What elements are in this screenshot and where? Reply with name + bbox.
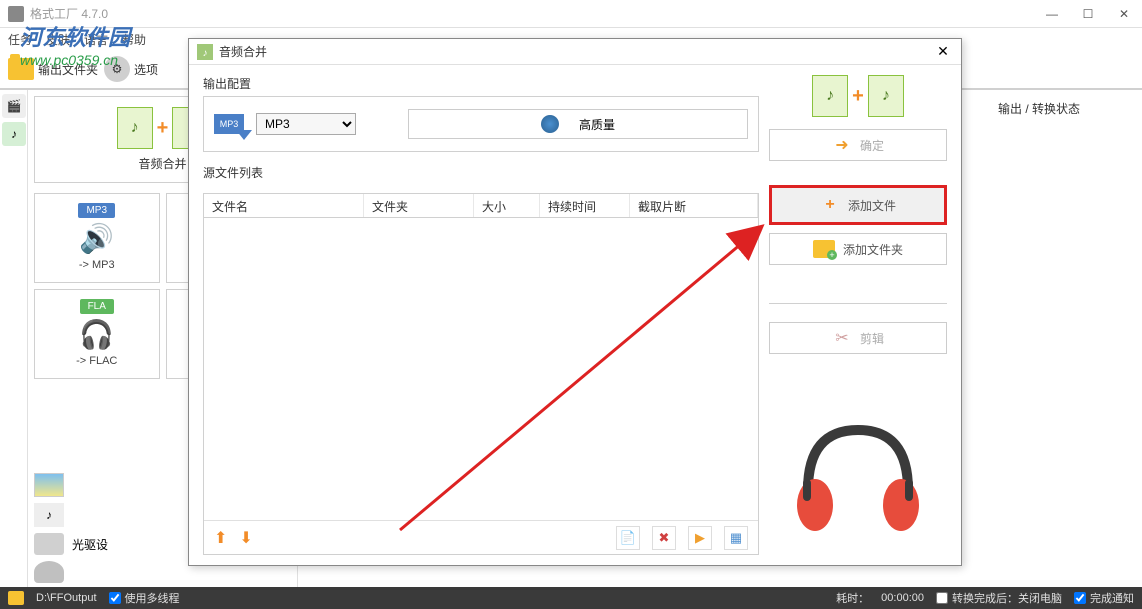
window-title: 格式工厂 4.7.0 [30,5,108,22]
speaker-icon: 🔊 [39,222,155,255]
source-list-label: 源文件列表 [203,164,759,181]
after-complete-check[interactable] [936,592,948,604]
tab-audio[interactable]: ♪ [2,122,26,146]
col-folder[interactable]: 文件夹 [364,194,474,217]
mp3-chip-icon: MP3 [214,114,244,134]
minimize-button[interactable]: — [1034,0,1070,28]
drive-label: 光驱设 [72,536,108,553]
plus-icon: + [820,195,840,215]
col-duration[interactable]: 持续时间 [540,194,630,217]
quality-button[interactable]: 高质量 [408,109,748,139]
format-name: -> MP3 [39,259,155,271]
play-button[interactable]: ▶ [688,526,712,550]
output-config-label: 输出配置 [203,75,759,92]
move-up-button[interactable]: ⬆ [214,528,227,548]
menu-task[interactable]: 任务 [8,31,32,48]
tab-video[interactable]: 🎬 [2,94,26,118]
folder-icon [8,58,34,80]
menu-lang[interactable]: 语言 [84,31,108,48]
cut-button[interactable]: ✂ 剪辑 [769,322,947,354]
doc-button[interactable]: 📄 [616,526,640,550]
menu-skin[interactable]: 皮肤 [46,31,70,48]
dialog-titlebar: ♪ 音频合并 ✕ [189,39,961,65]
col-cut[interactable]: 截取片断 [630,194,758,217]
plus-icon: + [852,85,864,108]
multithread-checkbox[interactable]: 使用多线程 [109,590,180,606]
output-path[interactable]: D:\FFOutput [36,592,97,604]
options-label: 选项 [134,61,158,78]
output-config-box: MP3 MP3 高质量 [203,96,759,152]
plus-icon: + [157,117,169,140]
file-list-body[interactable] [204,218,758,520]
dialog-icon: ♪ [197,44,213,60]
format-select[interactable]: MP3 [256,113,356,135]
svg-text:♪: ♪ [203,48,208,59]
add-file-button[interactable]: + 添加文件 [769,185,947,225]
gear-icon: ⚙ [104,56,130,82]
quality-icon [541,115,559,133]
col-size[interactable]: 大小 [474,194,540,217]
music-thumb[interactable]: ♪ [34,503,64,527]
multithread-check[interactable] [109,592,121,604]
dialog-title-text: 音频合并 [219,43,933,60]
maximize-button[interactable]: ☐ [1070,0,1106,28]
add-file-label: 添加文件 [848,197,896,214]
cut-label: 剪辑 [860,330,884,347]
move-down-button[interactable]: ⬇ [239,528,252,548]
music-file-icon [812,75,848,117]
dialog-close-button[interactable]: ✕ [933,42,953,62]
confirm-label: 确定 [860,137,884,154]
output-status-label: 输出 / 转换状态 [998,100,1132,117]
device-icon[interactable] [34,561,64,583]
info-button[interactable]: ▦ [724,526,748,550]
quality-label: 高质量 [579,116,615,133]
folder-add-icon [813,240,835,258]
notify-checkbox[interactable]: 完成通知 [1074,590,1134,606]
notify-check[interactable] [1074,592,1086,604]
elapsed-time: 00:00:00 [881,592,924,604]
options-button[interactable]: ⚙ 选项 [104,56,158,82]
delete-button[interactable]: ✖ [652,526,676,550]
output-folder-label: 输出文件夹 [38,61,98,78]
file-list-footer: ⬆ ⬇ 📄 ✖ ▶ ▦ [204,520,758,554]
audio-merge-dialog: ♪ 音频合并 ✕ 输出配置 MP3 MP3 高质量 源文件列表 文件名 文 [188,38,962,566]
sidebar-tabs: 🎬 ♪ [0,90,28,589]
picture-thumb[interactable] [34,473,64,497]
app-icon [8,6,24,22]
headphones-image [769,395,947,555]
elapsed-label: 耗时： [836,590,869,606]
col-filename[interactable]: 文件名 [204,194,364,217]
close-button[interactable]: ✕ [1106,0,1142,28]
format-flac[interactable]: FLA 🎧 -> FLAC [34,289,160,379]
arrow-right-icon: ➜ [832,135,852,155]
divider [769,303,947,304]
badge-mp3: MP3 [78,203,115,218]
scissors-icon: ✂ [832,328,852,348]
music-file-icon [117,107,153,149]
add-folder-button[interactable]: 添加文件夹 [769,233,947,265]
main-titlebar: 格式工厂 4.7.0 — ☐ ✕ [0,0,1142,28]
file-list-box: 文件名 文件夹 大小 持续时间 截取片断 ⬆ ⬇ 📄 ✖ ▶ ▦ [203,193,759,555]
combine-icon-group: + [769,75,947,117]
statusbar: D:\FFOutput 使用多线程 耗时： 00:00:00 转换完成后：关闭电… [0,587,1142,609]
badge-fla: FLA [80,299,114,314]
add-folder-label: 添加文件夹 [843,241,903,258]
file-list-header: 文件名 文件夹 大小 持续时间 截取片断 [204,194,758,218]
after-complete-checkbox[interactable]: 转换完成后：关闭电脑 [936,590,1062,606]
headphone-icon: 🎧 [39,318,155,351]
music-file-icon [868,75,904,117]
format-name: -> FLAC [39,355,155,367]
output-folder-icon[interactable] [8,591,24,605]
output-folder-button[interactable]: 输出文件夹 [8,58,98,80]
format-mp3[interactable]: MP3 🔊 -> MP3 [34,193,160,283]
menu-help[interactable]: 帮助 [122,31,146,48]
confirm-button[interactable]: ➜ 确定 [769,129,947,161]
drive-icon[interactable] [34,533,64,555]
